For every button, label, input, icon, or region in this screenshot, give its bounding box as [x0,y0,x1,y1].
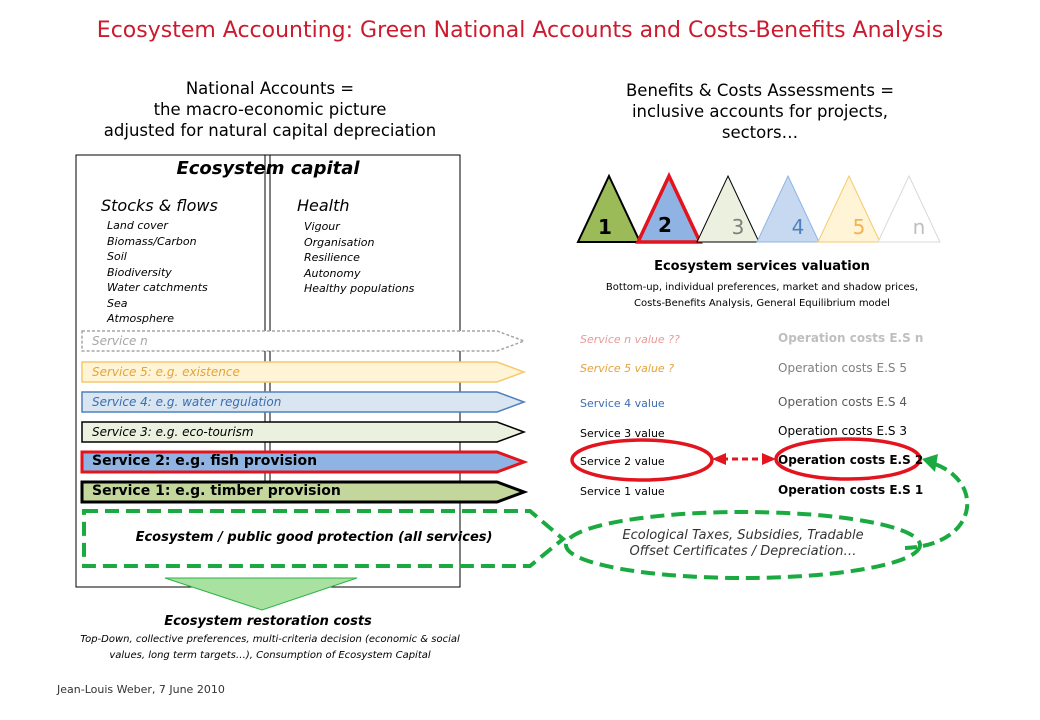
restoration-arrow [164,577,358,611]
list-item: Vigour [304,220,340,233]
triangle-label: 3 [731,215,745,239]
list-item: Biodiversity [107,265,172,279]
ecosystem-capital-title: Ecosystem capital [176,158,360,179]
valuation-title: Ecosystem services valuation [654,259,870,274]
project-triangles [576,171,941,244]
triangle-label: 5 [852,215,866,239]
taxes-to-costs-arrowhead [922,454,938,472]
service-arrow [81,330,527,352]
link-arrow-head-left [712,453,726,465]
author-footer: Jean-Louis Weber, 7 June 2010 [57,683,225,696]
link-arrow-head-right [762,453,776,465]
protection-label: Ecosystem / public good protection (all … [135,530,493,545]
restoration-desc-line: values, long term targets…), Consumption… [109,650,431,661]
service-value: Service 3 value [580,427,665,440]
service-label: Service 2: e.g. fish provision [92,453,318,469]
service-label: Service n [92,334,148,348]
list-item: Water catchments [107,281,208,294]
taxes-line: Ecological Taxes, Subsidies, Tradable [622,528,864,543]
restoration-description: Top-Down, collective preferences, multi-… [60,632,480,664]
service-value: Service 2 value [580,455,665,468]
list-item: Land cover [107,219,168,232]
service-label: Service 3: e.g. eco-tourism [92,425,254,439]
stocks-flows-title: Stocks & flows [101,196,218,215]
valuation-desc-line: Costs-Benefits Analysis, General Equilib… [634,298,890,309]
list-item: Autonomy [304,266,361,280]
triangle-label: 2 [658,213,672,237]
list-item: Soil [107,250,127,263]
triangle-label: n [912,215,926,239]
service-label: Service 4: e.g. water regulation [92,395,282,409]
operation-cost: Operation costs E.S 2 [778,453,924,467]
taxes-line: Offset Certificates / Depreciation… [629,544,857,559]
triangle-label: 4 [791,215,805,239]
list-item: Healthy populations [304,282,415,295]
restoration-title: Ecosystem restoration costs [164,614,372,629]
operation-cost: Operation costs E.S 5 [778,361,907,375]
stocks-list: Land cover Biomass/Carbon Soil Biodivers… [107,218,208,327]
operation-cost: Operation costs E.S 4 [778,395,907,409]
service-label: Service 5: e.g. existence [92,365,240,379]
service-arrows [80,330,529,504]
valuation-description: Bottom-up, individual preferences, marke… [570,280,954,312]
operation-cost: Operation costs E.S 3 [778,424,907,438]
service-value: Service 5 value ? [580,362,675,375]
service-value: Service 4 value [580,397,665,410]
service-value: Service 1 value [580,485,665,498]
health-title: Health [297,196,350,215]
restoration-desc-line: Top-Down, collective preferences, multi-… [80,634,460,645]
service-value: Service n value ?? [580,333,680,346]
list-item: Biomass/Carbon [107,234,197,248]
health-list: Vigour Organisation Resilience Autonomy … [304,219,414,297]
list-item: Organisation [304,235,375,249]
operation-cost: Operation costs E.S 1 [778,483,924,497]
list-item: Resilience [304,251,360,264]
list-item: Sea [107,296,128,310]
triangle-label: 1 [598,215,612,239]
list-item: Atmosphere [107,312,175,325]
service-label: Service 1: e.g. timber provision [92,483,341,499]
diagram-graphics [75,154,970,611]
taxes-text: Ecological Taxes, Subsidies, Tradable Of… [570,528,916,560]
valuation-desc-line: Bottom-up, individual preferences, marke… [605,282,919,293]
operation-cost: Operation costs E.S n [778,331,924,345]
